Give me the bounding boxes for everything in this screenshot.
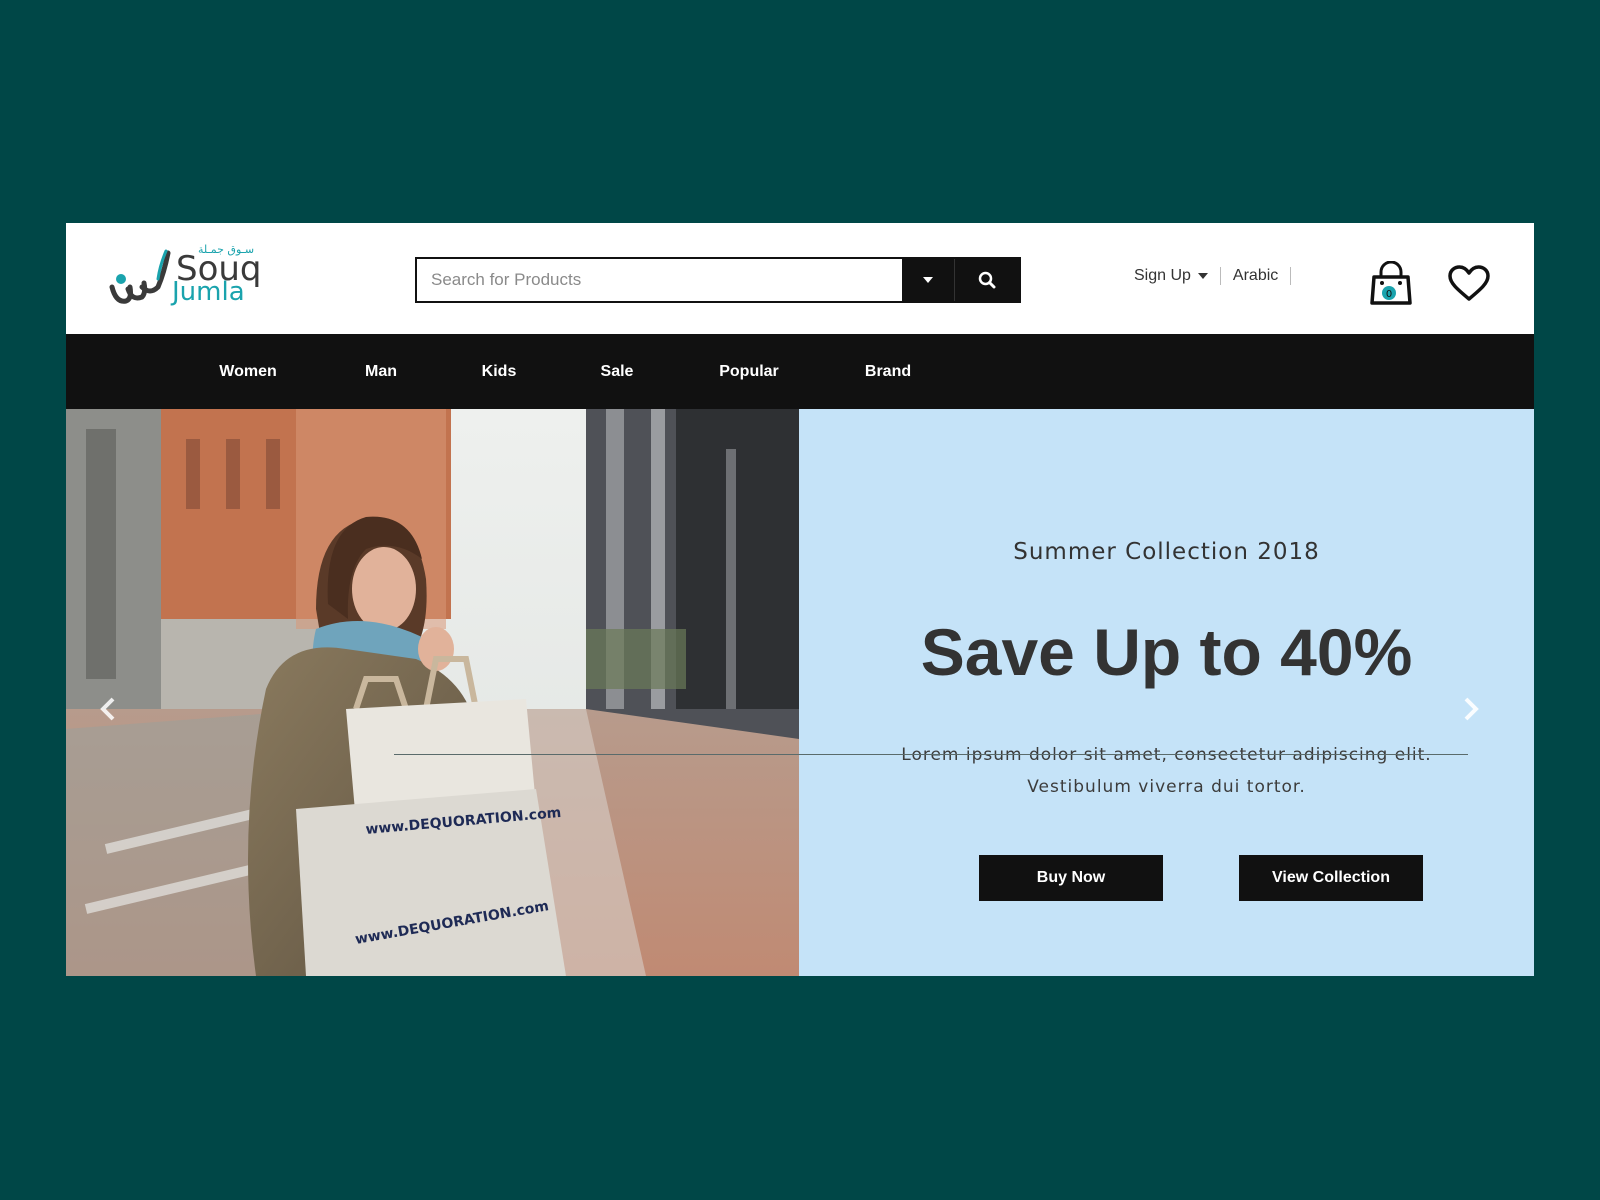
account-links: Sign Up Arabic bbox=[1134, 263, 1292, 289]
search-category-dropdown[interactable] bbox=[902, 259, 955, 301]
caret-down-icon bbox=[1197, 273, 1208, 279]
nav-item-sale[interactable]: Sale bbox=[601, 334, 634, 409]
site-header: سـوق جمـلة Souq Jumla Sign Up Arabic bbox=[66, 223, 1534, 334]
caret-down-icon bbox=[923, 277, 933, 283]
site-logo[interactable]: سـوق جمـلة Souq Jumla bbox=[106, 243, 266, 315]
promo-body-line-2: Vestibulum viverra dui tortor. bbox=[1027, 777, 1306, 797]
promo-subtitle: Summer Collection 2018 bbox=[1013, 539, 1320, 565]
wishlist-button[interactable] bbox=[1447, 265, 1491, 307]
sign-up-label: Sign Up bbox=[1134, 267, 1191, 284]
store-window: سـوق جمـلة Souq Jumla Sign Up Arabic bbox=[66, 223, 1534, 976]
promo-panel: Summer Collection 2018 Save Up to 40% Lo… bbox=[799, 409, 1534, 976]
search-icon bbox=[978, 271, 996, 289]
sign-up-dropdown[interactable]: Sign Up bbox=[1134, 267, 1221, 285]
buy-now-button[interactable]: Buy Now bbox=[979, 855, 1163, 901]
carousel-progress-line bbox=[394, 754, 1468, 755]
view-collection-button[interactable]: View Collection bbox=[1239, 855, 1423, 901]
nav-item-brand[interactable]: Brand bbox=[865, 334, 911, 409]
language-switch[interactable]: Arabic bbox=[1221, 267, 1292, 285]
cart-button[interactable]: 0 bbox=[1368, 260, 1414, 311]
nav-item-man[interactable]: Man bbox=[365, 334, 397, 409]
chevron-right-icon bbox=[1464, 697, 1479, 721]
shopping-bag-icon: 0 bbox=[1370, 260, 1412, 305]
logo-mark-icon bbox=[109, 249, 171, 304]
shopping-woman-photo: www.DEQUORATION.com www.DEQUORATION.com bbox=[66, 409, 799, 976]
hero-image: www.DEQUORATION.com www.DEQUORATION.com bbox=[66, 409, 799, 976]
cart-count: 0 bbox=[1386, 289, 1392, 300]
carousel-next-button[interactable] bbox=[1463, 696, 1479, 726]
hero-carousel: www.DEQUORATION.com www.DEQUORATION.com … bbox=[66, 409, 1534, 976]
main-nav: Women Man Kids Sale Popular Brand bbox=[66, 334, 1534, 409]
promo-body-line-1: Lorem ipsum dolor sit amet, consectetur … bbox=[901, 745, 1432, 765]
nav-item-women[interactable]: Women bbox=[219, 334, 276, 409]
search-bar bbox=[415, 257, 1021, 303]
search-button[interactable] bbox=[955, 259, 1019, 301]
search-input[interactable] bbox=[417, 259, 902, 301]
chevron-left-icon bbox=[100, 697, 115, 721]
promo-headline: Save Up to 40% bbox=[920, 615, 1413, 689]
nav-item-popular[interactable]: Popular bbox=[719, 334, 779, 409]
carousel-prev-button[interactable] bbox=[100, 696, 116, 726]
logo-jumla-text: Jumla bbox=[172, 277, 245, 307]
nav-item-kids[interactable]: Kids bbox=[482, 334, 517, 409]
heart-icon bbox=[1448, 265, 1490, 301]
